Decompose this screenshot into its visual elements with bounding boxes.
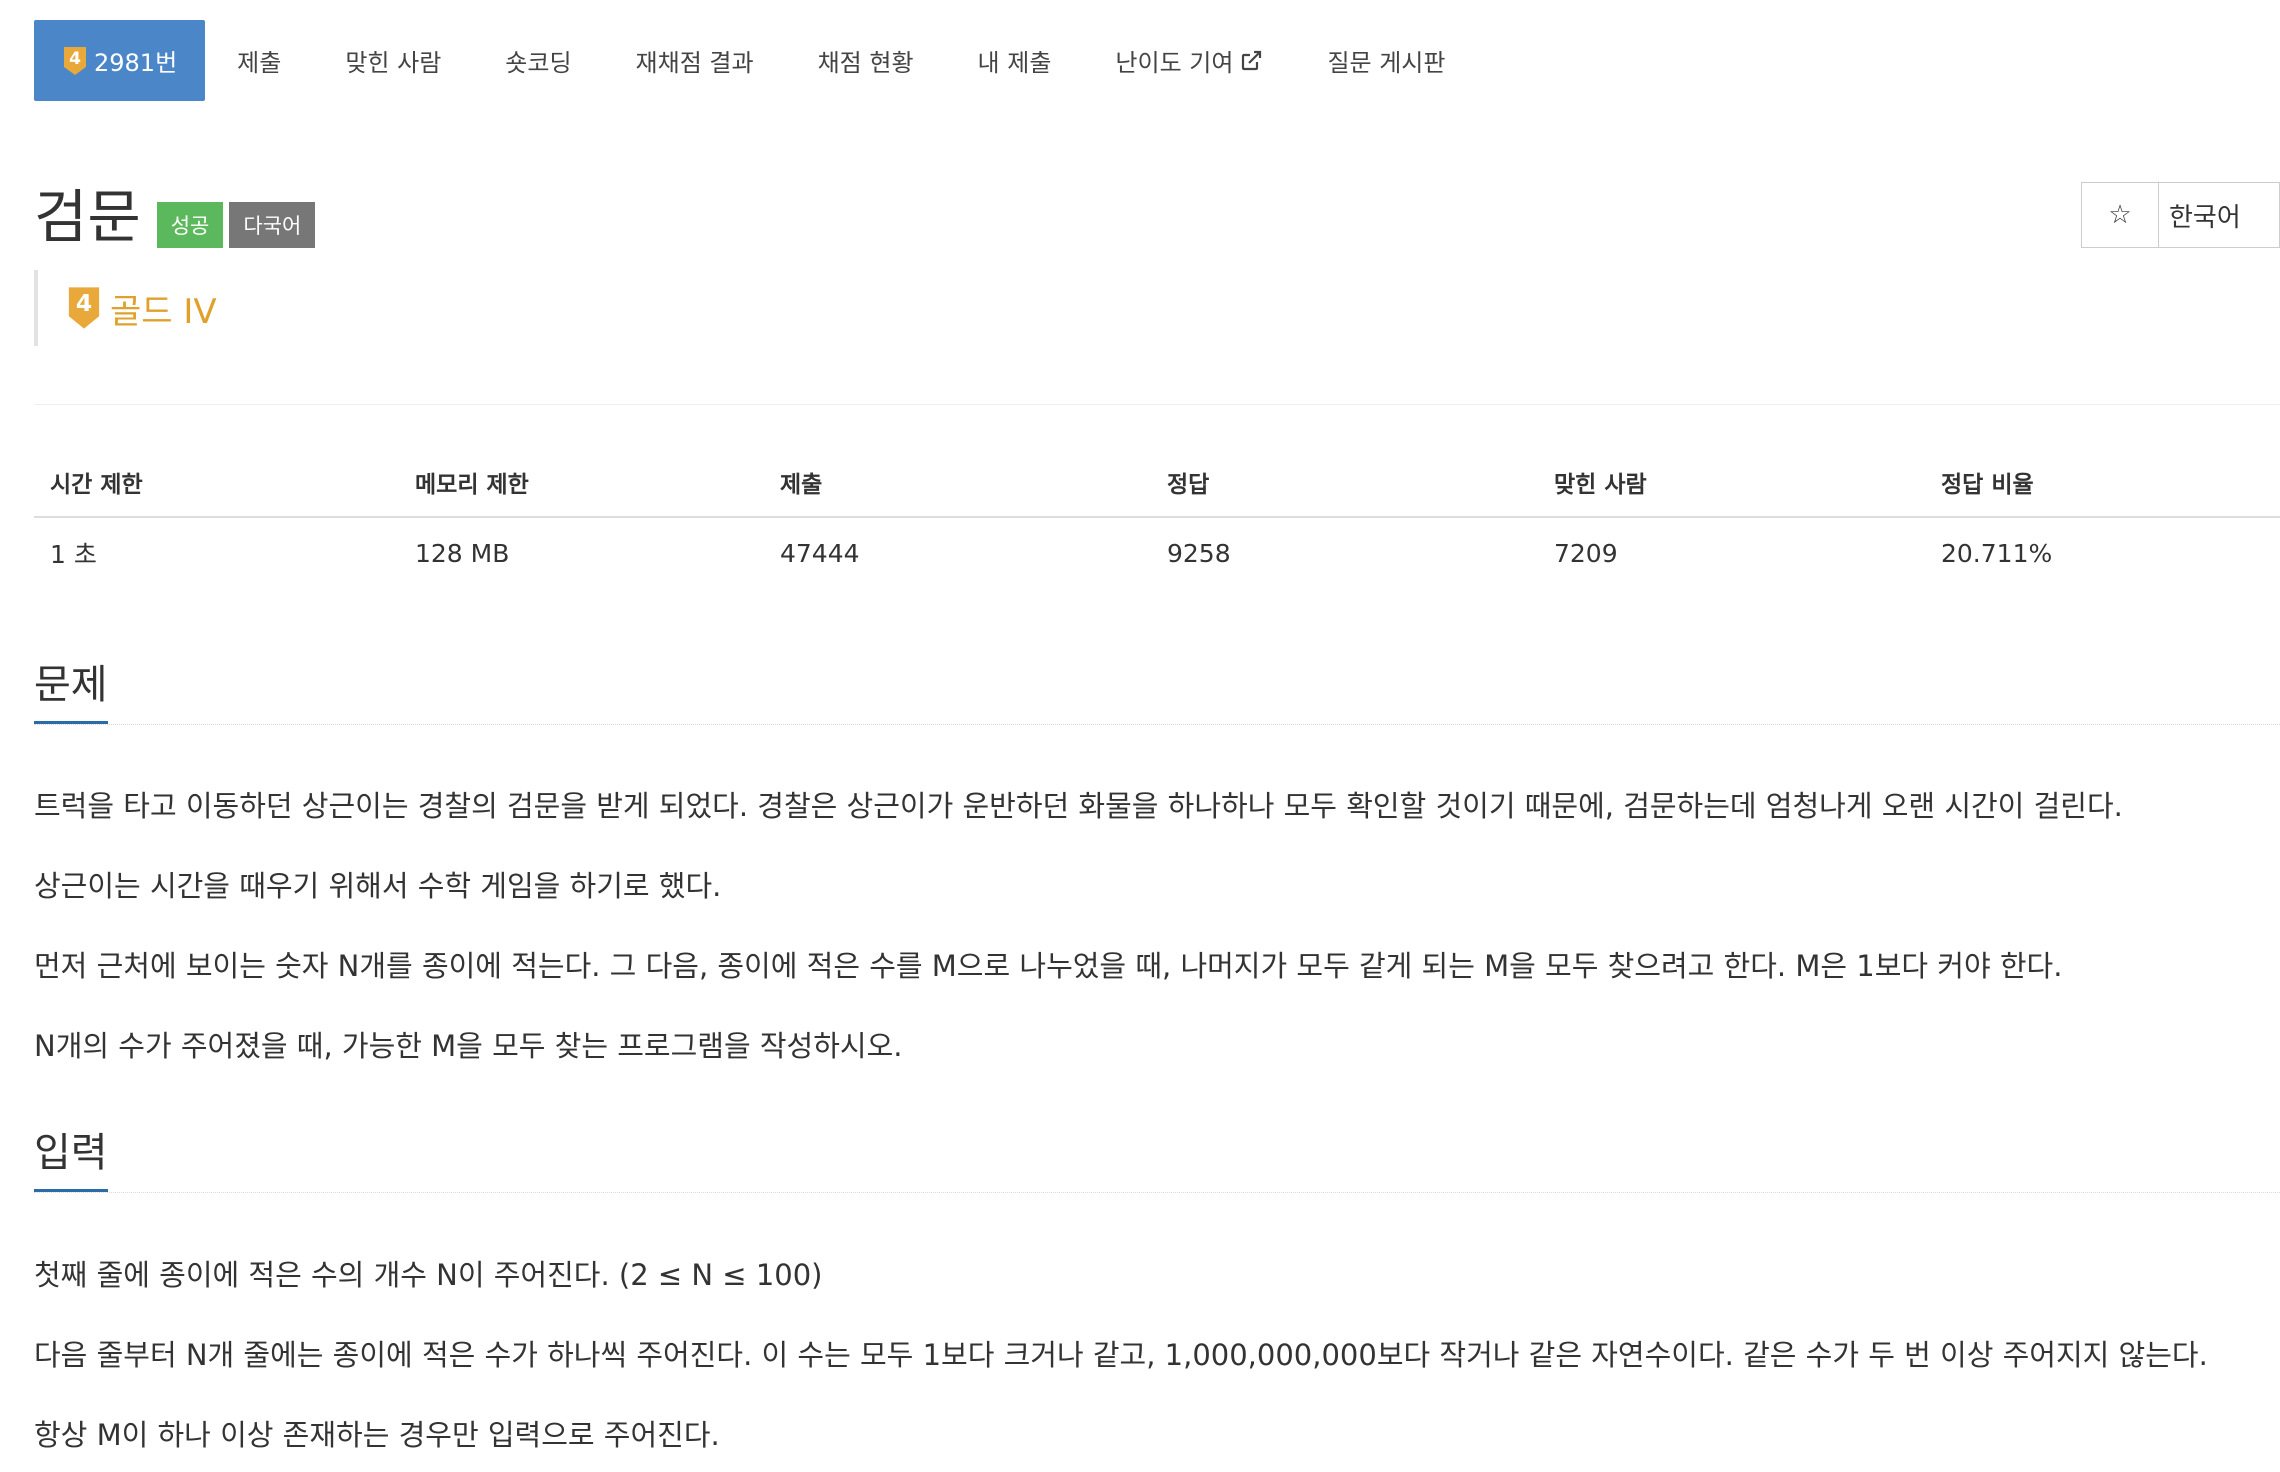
problem-info-table: 시간 제한 메모리 제한 제출 정답 맞힌 사람 정답 비율 1 초 128 M… <box>34 448 2280 588</box>
success-badge: 성공 <box>156 202 224 248</box>
tab-solved-users[interactable]: 맞힌 사람 <box>313 20 473 101</box>
gold-tier-icon: 4 <box>62 46 88 76</box>
value-solved-users: 7209 <box>1554 538 1618 568</box>
gold-tier-icon: 4 <box>66 286 102 330</box>
problem-paragraph: 트럭을 타고 이동하던 상근이는 경찰의 검문을 받게 되었다. 경찰은 상근이… <box>34 789 2123 823</box>
tab-my-submissions[interactable]: 내 제출 <box>946 20 1084 101</box>
external-link-icon <box>1239 49 1263 73</box>
tab-judge-status[interactable]: 채점 현황 <box>786 20 946 101</box>
input-section-title: 입력 <box>34 1127 108 1192</box>
problem-section-header: 문제 <box>34 652 2280 725</box>
value-accepted: 9258 <box>1167 538 1231 568</box>
header-submissions: 제출 <box>780 472 823 498</box>
input-paragraph: 항상 M이 하나 이상 존재하는 경우만 입력으로 주어진다. <box>34 1418 720 1452</box>
header-accepted: 정답 <box>1167 472 1210 498</box>
problem-page: 4 2981번 제출 맞힌 사람 숏코딩 재채점 결과 채점 현황 내 제출 난… <box>34 0 2280 1472</box>
problem-menu: 4 2981번 제출 맞힌 사람 숏코딩 재채점 결과 채점 현황 내 제출 난… <box>34 20 1477 101</box>
tab-short-coding[interactable]: 숏코딩 <box>473 20 603 101</box>
problem-paragraph: N개의 수가 주어졌을 때, 가능한 M을 모두 찾는 프로그램을 작성하시오. <box>34 1029 903 1063</box>
problem-paragraph: 상근이는 시간을 때우기 위해서 수학 게임을 하기로 했다. <box>34 869 722 903</box>
problem-title-row: 검문 성공 다국어 <box>34 182 321 252</box>
input-paragraph: 다음 줄부터 N개 줄에는 종이에 적은 수가 하나씩 주어진다. 이 수는 모… <box>34 1338 2208 1372</box>
header-time-limit: 시간 제한 <box>50 472 143 498</box>
input-section-header: 입력 <box>34 1120 2280 1193</box>
favorite-star-button[interactable]: ☆ <box>2081 182 2159 248</box>
problem-actions: ☆ 한국어 <box>2081 182 2280 248</box>
table-header-row: 시간 제한 메모리 제한 제출 정답 맞힌 사람 정답 비율 <box>34 448 2280 518</box>
problem-paragraph: 먼저 근처에 보이는 숫자 N개를 종이에 적는다. 그 다음, 종이에 적은 … <box>34 949 2063 983</box>
value-submissions: 47444 <box>780 538 860 568</box>
tab-submit[interactable]: 제출 <box>205 20 313 101</box>
tier-name: 골드 IV <box>110 291 217 332</box>
input-paragraph: 첫째 줄에 종이에 적은 수의 개수 N이 주어진다. (2 ≤ N ≤ 100… <box>34 1258 823 1292</box>
value-accept-ratio: 20.711% <box>1941 538 2053 568</box>
header-accept-ratio: 정답 비율 <box>1941 472 2034 498</box>
svg-text:4: 4 <box>69 49 81 69</box>
tab-question-board[interactable]: 질문 게시판 <box>1295 20 1477 101</box>
value-time-limit: 1 초 <box>50 540 97 569</box>
tab-rejudge-result[interactable]: 재채점 결과 <box>604 20 786 101</box>
tab-difficulty-contribution-label: 난이도 기여 <box>1115 49 1234 77</box>
problem-tier: 4 골드 IV <box>34 270 217 346</box>
tab-difficulty-contribution[interactable]: 난이도 기여 <box>1083 20 1295 101</box>
table-row: 1 초 128 MB 47444 9258 7209 20.711% <box>34 518 2280 588</box>
problem-title: 검문 <box>34 183 141 251</box>
header-solved-users: 맞힌 사람 <box>1554 472 1647 498</box>
svg-text:4: 4 <box>76 289 92 317</box>
language-select-button[interactable]: 한국어 <box>2159 182 2280 248</box>
value-memory-limit: 128 MB <box>415 538 510 568</box>
problem-section-title: 문제 <box>34 659 108 724</box>
tab-problem-number-label: 2981번 <box>94 49 178 77</box>
header-memory-limit: 메모리 제한 <box>415 472 529 498</box>
star-icon: ☆ <box>2108 200 2132 230</box>
multilanguage-badge: 다국어 <box>229 202 316 248</box>
tab-problem-number[interactable]: 4 2981번 <box>34 20 206 101</box>
divider <box>34 404 2280 405</box>
